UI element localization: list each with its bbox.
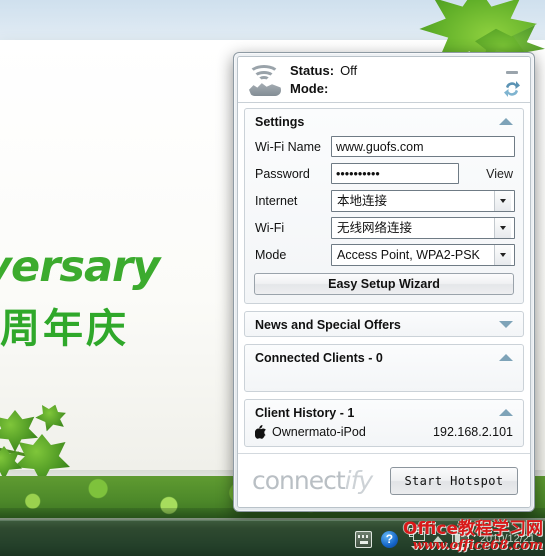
news-panel[interactable]: News and Special Offers [244,311,524,337]
connectify-window-inner: Status: Off Mode: Settings Wi-Fi Name ww… [237,56,531,508]
wallpaper-anniversary-text-cn: 周年庆 [0,306,129,352]
mode-select-value: Access Point, WPA2-PSK [337,247,480,262]
apple-icon [255,425,267,439]
setting-row-mode: Mode Access Point, WPA2-PSK [245,241,523,268]
brand-head: connect [252,465,346,495]
easy-setup-wizard-button[interactable]: Easy Setup Wizard [254,273,514,295]
keyboard-ime-icon[interactable] [354,530,372,548]
settings-panel: Settings Wi-Fi Name Password View [244,108,524,304]
wifi-name-input[interactable] [331,136,515,157]
connectify-window[interactable]: Status: Off Mode: Settings Wi-Fi Name ww… [233,52,535,512]
client-history-panel: Client History - 1 Ownermato-iPod 192.16… [244,399,524,447]
clock[interactable]: 2010/12/21 [478,532,535,546]
desktop: versary 周年庆 Status: Off Mode: Settings W… [0,0,545,556]
client-history-row[interactable]: Ownermato-iPod 192.168.2.101 [245,424,523,446]
password-label: Password [255,166,310,181]
chevron-down-icon[interactable] [410,546,419,550]
help-icon[interactable]: ? [380,530,398,548]
connected-clients-collapse-chevron-up-icon[interactable] [499,354,513,361]
setting-row-password: Password View [245,160,523,187]
client-history-title: Client History - 1 [255,406,355,420]
wifi-select[interactable]: 无线网络连接 [331,216,515,239]
password-input[interactable] [331,163,459,184]
internet-select-value: 本地连接 [337,192,388,208]
connectify-wifi-hand-icon [246,62,284,98]
news-panel-title: News and Special Offers [255,318,401,332]
wifi-name-field-wrap [331,136,515,157]
mode-select[interactable]: Access Point, WPA2-PSK [331,243,515,266]
network-monitor-icon[interactable] [451,530,469,550]
wifi-label: Wi-Fi [255,220,285,235]
view-password-link[interactable]: View [486,166,513,182]
internet-select[interactable]: 本地连接 [331,189,515,212]
wallpaper-anniversary-text: versary [0,242,160,292]
window-footer: connectify Start Hotspot [238,453,530,507]
password-field-wrap: View [331,163,515,184]
taskbar[interactable]: ? 2010/12/21 Office教程学习网 www.office68.co… [0,520,545,556]
start-hotspot-button[interactable]: Start Hotspot [390,466,518,495]
wifi-field-wrap: 无线网络连接 [331,216,515,239]
setting-row-wifi: Wi-Fi 无线网络连接 [245,214,523,241]
status-block: Status: Off Mode: [290,62,357,98]
chevron-down-icon[interactable] [494,244,511,265]
mode-label: Mode: [290,81,329,96]
window-switch-icon[interactable] [407,528,425,550]
chevron-down-icon[interactable] [494,190,511,211]
chevron-down-icon[interactable] [494,217,511,238]
mode-setting-label: Mode [255,247,287,262]
window-header: Status: Off Mode: [238,57,530,103]
system-tray: ? 2010/12/21 [354,521,539,556]
minimize-button[interactable] [506,71,518,74]
connectify-logo-wordmark: connectify [252,465,374,495]
settings-panel-title: Settings [255,115,305,129]
window-body: Settings Wi-Fi Name Password View [238,103,530,453]
internet-field-wrap: 本地连接 [331,189,515,212]
news-expand-chevron-down-icon[interactable] [499,321,513,328]
wifi-select-value: 无线网络连接 [337,219,413,235]
settings-collapse-chevron-up-icon[interactable] [499,118,513,125]
client-ip-address: 192.168.2.101 [433,425,513,439]
setting-row-internet: Internet 本地连接 [245,187,523,214]
connected-clients-title: Connected Clients - 0 [255,351,383,365]
client-history-collapse-chevron-up-icon[interactable] [499,409,513,416]
mode-row: Mode: [290,80,357,98]
show-hidden-icons-icon[interactable] [432,536,443,542]
connected-clients-panel: Connected Clients - 0 [244,344,524,392]
brand-tail: ify [344,465,374,495]
wifi-name-label: Wi-Fi Name [255,139,321,154]
status-row: Status: Off [290,62,357,80]
refresh-icon[interactable] [502,79,522,99]
connected-clients-empty-area [245,369,523,391]
mode-field-wrap: Access Point, WPA2-PSK [331,243,515,266]
client-name: Ownermato-iPod [272,425,366,439]
mode-value [328,81,334,96]
internet-label: Internet [255,193,298,208]
status-label: Status: [290,63,335,78]
status-value: Off [340,63,358,78]
setting-row-wifi-name: Wi-Fi Name [245,133,523,160]
